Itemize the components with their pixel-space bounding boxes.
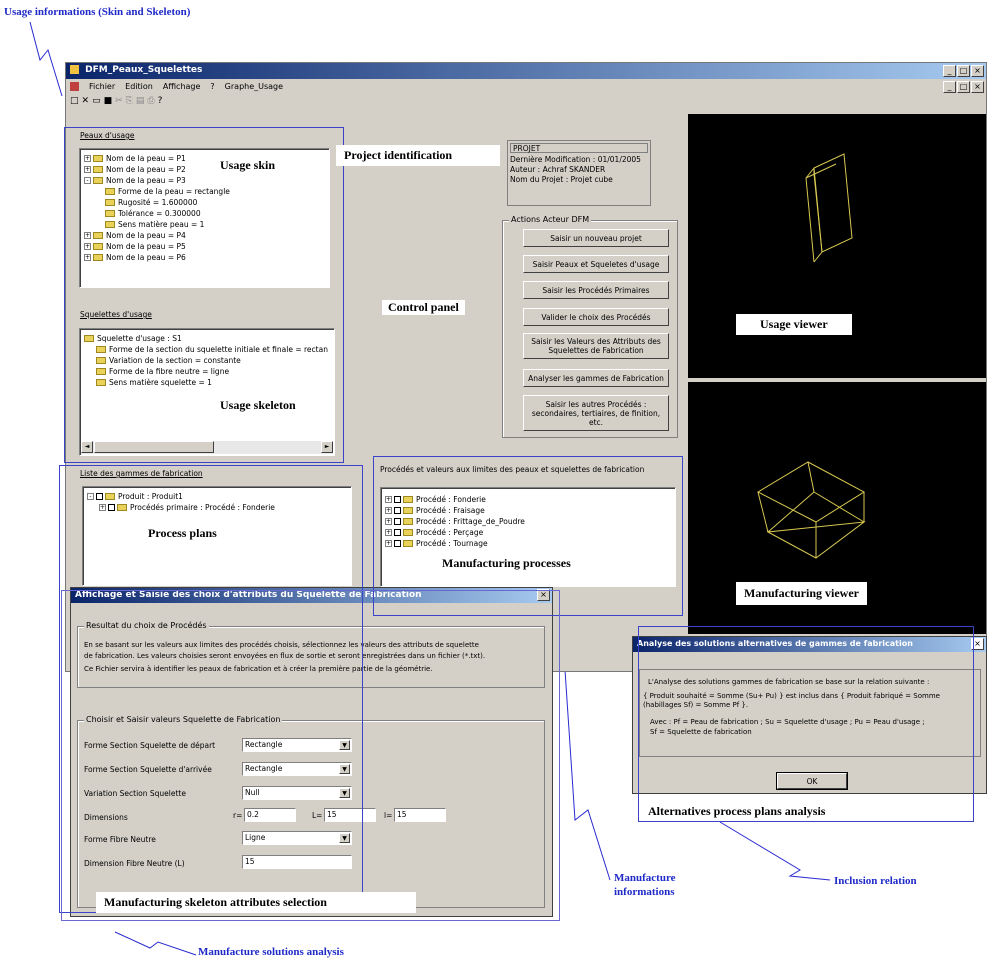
usage-viewer[interactable] [688,114,986,378]
help-icon[interactable]: ? [158,96,163,106]
new-project-button[interactable]: Saisir un nouveau projet [523,229,669,247]
save-icon[interactable]: ■ [104,96,113,106]
annotation-process-plans: Process plans [142,526,223,541]
menu-fichier[interactable]: Fichier [89,82,115,91]
copy-icon[interactable]: ⎘ [126,96,133,106]
annotation-manufacture-informations-1: Manufacture [614,872,676,884]
doc-icon [70,82,79,91]
project-last-modified: Dernière Modification : 01/01/2005 [510,155,641,164]
project-heading: PROJET [510,143,648,153]
annotation-skeleton-attributes: Manufacturing skeleton attributes select… [96,892,416,913]
skeleton-dialog-outline [61,590,560,921]
actions-label: Actions Acteur DFM [509,215,592,224]
child-restore-button[interactable]: □ [957,81,970,93]
actions-group: Actions Acteur DFM Saisir un nouveau pro… [502,215,678,438]
annotation-usage-skeleton: Usage skeleton [214,398,302,413]
usage-info-outline [64,127,344,463]
annotation-alternatives: Alternatives process plans analysis [644,804,830,819]
menu-affichage[interactable]: Affichage [163,82,201,91]
menu-edition[interactable]: Edition [125,82,153,91]
annotation-manufacturing-processes: Manufacturing processes [436,556,577,571]
annotation-control-panel: Control panel [382,300,465,315]
input-skins-skeletons-button[interactable]: Saisir Peaux et Squeletes d'usage [523,255,669,273]
main-titlebar: DFM_Peaux_Squelettes [66,63,986,79]
project-author: Auteur : Achraf SKANDER [510,165,606,174]
maximize-button[interactable]: □ [957,65,970,77]
cut-icon[interactable]: ✂ [115,96,123,106]
input-other-processes-button[interactable]: Saisir les autres Procédés : secondaires… [523,395,669,431]
input-skeleton-attributes-button[interactable]: Saisir les Valeurs des Attributs des Squ… [523,333,669,359]
app-icon [70,65,79,74]
validate-processes-button[interactable]: Valider le choix des Procédés [523,308,669,326]
annotation-usage-informations: Usage informations (Skin and Skeleton) [4,6,191,18]
annotation-manufacturing-viewer: Manufacturing viewer [736,582,867,605]
usage-cube-wireframe [805,153,853,263]
new-file-icon[interactable]: □ [70,96,79,106]
annotation-project-identification: Project identification [336,145,500,166]
delete-icon[interactable]: ✕ [82,96,90,106]
project-name: Nom du Projet : Projet cube [510,175,613,184]
annotation-manufacture-informations-2: informations [614,886,675,898]
window-title: DFM_Peaux_Squelettes [85,65,203,75]
minimize-button[interactable]: _ [943,65,956,77]
analyze-process-plans-button[interactable]: Analyser les gammes de Fabrication [523,369,669,387]
annotation-usage-skin: Usage skin [214,158,282,173]
toolbar: □ ✕ ▭ ■ ✂ ⎘ ▤ ⎙ ? [70,95,162,107]
menu-bar: Fichier Edition Affichage ? Graphe_Usage [66,80,986,93]
annotation-usage-viewer: Usage viewer [736,314,852,335]
child-minimize-button[interactable]: _ [943,81,956,93]
alternatives-outline [638,626,974,822]
print-icon[interactable]: ⎙ [147,96,154,106]
child-close-button[interactable]: × [971,81,984,93]
input-primary-processes-button[interactable]: Saisir les Procédés Primaires [523,281,669,299]
menu-help[interactable]: ? [210,82,214,91]
annotation-inclusion-relation: Inclusion relation [834,875,917,887]
project-box: PROJET Dernière Modification : 01/01/200… [507,140,651,206]
paste-icon[interactable]: ▤ [136,96,145,106]
annotation-solutions-analysis: Manufacture solutions analysis [198,946,344,958]
menu-graphe-usage[interactable]: Graphe_Usage [225,82,283,91]
open-folder-icon[interactable]: ▭ [92,96,101,106]
close-button[interactable]: × [971,65,984,77]
